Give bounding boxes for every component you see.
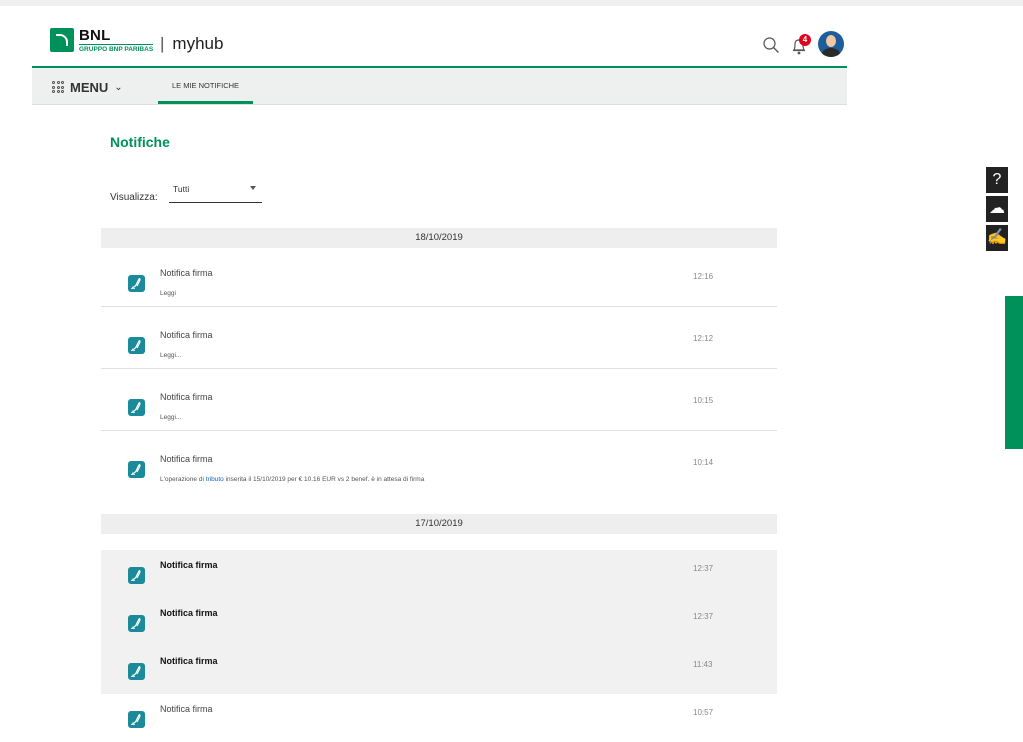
cloud-upload-button[interactable]: ☁ [986, 196, 1008, 222]
menu-bar: MENU ⌄ LE MIE NOTIFICHE [32, 68, 847, 105]
notification-item[interactable]: Notifica firma L'operazione di tributo i… [101, 444, 777, 492]
side-tools: ? ☁ ✍ [986, 167, 1008, 254]
notification-time: 10:57 [693, 708, 714, 717]
notification-item[interactable]: Notifica firma 11:43 [101, 646, 777, 695]
page-title: Notifiche [110, 134, 170, 150]
menu-button[interactable]: MENU ⌄ [52, 77, 123, 97]
notification-title: Notifica firma [160, 560, 218, 570]
cloud-upload-icon: ☁ [989, 200, 1005, 217]
signature-icon [128, 461, 145, 478]
notification-badge: 4 [799, 34, 811, 46]
grid-menu-icon [52, 81, 64, 93]
filter-label: Visualizza: [110, 192, 158, 203]
tributo-link[interactable]: tributo [206, 476, 224, 483]
notification-title: Notifica firma [160, 608, 218, 618]
filter-value: Tutti [173, 184, 190, 194]
filter-select[interactable]: Tutti [169, 182, 262, 203]
signature-icon [128, 711, 145, 728]
notification-title: Notifica firma [160, 656, 218, 666]
app-title: | myhub [160, 34, 223, 54]
signature-icon [128, 615, 145, 632]
notification-time: 12:37 [693, 612, 714, 621]
chevron-down-icon: ⌄ [114, 81, 123, 93]
title-separator: | [160, 34, 165, 53]
search-icon[interactable] [762, 36, 780, 54]
side-feedback-tab[interactable] [1005, 296, 1023, 449]
notification-title: Notifica firma [160, 268, 213, 278]
logo-subtitle: GRUPPO BNP PARIBAS [79, 44, 154, 53]
notification-item[interactable]: Notifica firma Leggi... 12:12 [101, 320, 777, 369]
signature-button[interactable]: ✍ [986, 225, 1008, 251]
menu-label: MENU [70, 79, 109, 95]
avatar-body [822, 48, 840, 57]
notification-read-link[interactable]: Leggi... [160, 352, 181, 359]
notification-time: 10:14 [693, 458, 714, 467]
message-suffix: inserita il 15/10/2019 per € 10.16 EUR v… [223, 476, 425, 483]
logo-text: BNL [79, 27, 111, 44]
avatar-face [826, 35, 836, 47]
avatar[interactable] [818, 31, 844, 57]
signature-icon: ✍ [987, 229, 1007, 246]
notification-time: 10:15 [693, 396, 714, 405]
notification-item[interactable]: Notifica firma 12:37 [101, 550, 777, 599]
message-prefix: L'operazione di [160, 476, 206, 483]
app-container: BNL GRUPPO BNP PARIBAS | myhub 4 MENU ⌄ [32, 6, 847, 742]
notification-title: Notifica firma [160, 330, 213, 340]
bnl-logo-icon[interactable] [50, 28, 74, 52]
notification-read-link[interactable]: Leggi [160, 290, 176, 297]
notification-time: 11:43 [693, 660, 713, 669]
notification-title: Notifica firma [160, 704, 213, 714]
notification-message: L'operazione di tributo inserita il 15/1… [160, 476, 424, 483]
signature-icon [128, 567, 145, 584]
notification-item[interactable]: Notifica firma 12:37 [101, 598, 777, 647]
notification-item[interactable]: Notifica firma Leggi... 10:15 [101, 382, 777, 431]
signature-icon [128, 663, 145, 680]
notification-item[interactable]: Notifica firma Leggi 12:16 [101, 258, 777, 307]
dropdown-arrow-icon [250, 186, 256, 190]
signature-icon [128, 337, 145, 354]
notification-title: Notifica firma [160, 454, 213, 464]
help-icon: ? [992, 171, 1002, 188]
date-header: 17/10/2019 [101, 514, 777, 534]
notification-title: Notifica firma [160, 392, 213, 402]
date-header: 18/10/2019 [101, 228, 777, 248]
tab-le-mie-notifiche[interactable]: LE MIE NOTIFICHE [158, 68, 253, 104]
header: BNL GRUPPO BNP PARIBAS | myhub 4 [32, 6, 847, 68]
notification-time: 12:12 [693, 334, 714, 343]
notification-read-link[interactable]: Leggi... [160, 414, 181, 421]
signature-icon [128, 275, 145, 292]
app-name: myhub [172, 34, 224, 53]
notification-time: 12:37 [693, 564, 714, 573]
help-button[interactable]: ? [986, 167, 1008, 193]
signature-icon [128, 399, 145, 416]
notification-time: 12:16 [693, 272, 714, 281]
